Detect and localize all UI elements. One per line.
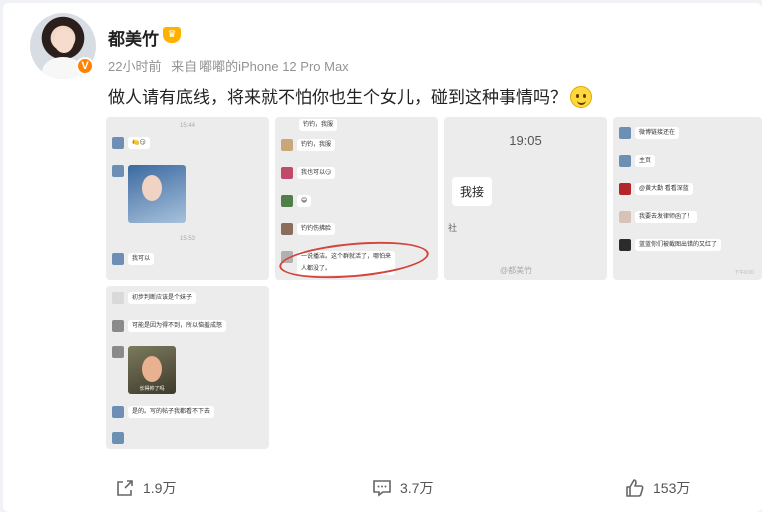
- chat-message: 钓钓，我服: [281, 139, 336, 151]
- chat-message: 蓝蓝你们被截图出错的又红了: [619, 239, 722, 251]
- post-image-4[interactable]: 微博链接还在 主页 @黄大勤 看看深蓝 我要去发律师函了！ 蓝蓝你们被截图出错的…: [613, 117, 762, 280]
- chat-avatar: [281, 195, 293, 207]
- chat-bubble: 初步判断应该是个妹子: [128, 292, 197, 304]
- chat-avatar: [112, 320, 124, 332]
- chat-bubble: 钓钓，我服: [299, 119, 338, 131]
- chat-avatar: [281, 223, 293, 235]
- post-text: 做人请有底线，将来就不怕你也生个女儿，碰到这种事情吗？: [108, 83, 592, 108]
- chat-photo: 长得帅了吗: [128, 346, 176, 394]
- chat-bubble: 是的。写的帖子我都看不下去: [128, 406, 215, 418]
- chat-message: [112, 432, 124, 444]
- chat-avatar: [619, 127, 631, 139]
- chat-avatar: [619, 183, 631, 195]
- post-actions: 1.9万 3.7万 153万: [3, 478, 762, 502]
- chat-message: 微博链接还在: [619, 127, 680, 139]
- smile-emoji-icon: [570, 86, 592, 108]
- comment-icon: [373, 480, 391, 497]
- chat-bubble: 🍋😏: [128, 137, 150, 149]
- chat-message: 可能是因为得不到，所以恼羞成怒: [112, 320, 227, 332]
- post-image-3[interactable]: 19:05 我接 社 @都美竹: [444, 117, 607, 280]
- chat-message: 😄: [281, 195, 312, 207]
- chat-avatar: [619, 239, 631, 251]
- chat-avatar: [112, 346, 124, 358]
- crown-badge-icon: ♛: [163, 27, 181, 43]
- chat-message: 初步判断应该是个妹子: [112, 292, 197, 304]
- chat-avatar: [112, 292, 124, 304]
- image-watermark: 下午6:00: [734, 270, 754, 276]
- chat-message: 🍋😏: [112, 137, 150, 149]
- chat-side-text: 社: [448, 223, 458, 233]
- share-count: 1.9万: [143, 480, 177, 496]
- chat-bubble: 我也可以😏: [297, 167, 336, 179]
- post-image-1[interactable]: 15:44 🍋😏 15:53 我可以: [106, 117, 269, 280]
- chat-avatar: [112, 165, 124, 177]
- chat-avatar: [281, 167, 293, 179]
- chat-bubble: @黄大勤 看看深蓝: [635, 183, 693, 195]
- post-image-5[interactable]: 初步判断应该是个妹子 可能是因为得不到，所以恼羞成怒 长得帅了吗 是的。写的帖子…: [106, 286, 269, 449]
- chat-bubble: 主页: [635, 155, 656, 167]
- chat-bubble: 钓钓伤拂脸: [297, 223, 336, 235]
- chat-bubble: 我接: [452, 177, 493, 206]
- chat-message: 钓钓，我服: [299, 119, 338, 131]
- share-button[interactable]: 1.9万: [115, 478, 176, 498]
- chat-bubble: 蓝蓝你们被截图出错的又红了: [635, 239, 722, 251]
- chat-bubble: 😄: [297, 195, 312, 207]
- thumbs-up-icon: [626, 479, 644, 497]
- chat-avatar: [619, 155, 631, 167]
- share-icon: [117, 480, 133, 496]
- weibo-post-card: V 都美竹 ♛ 22小时前 来自 嘟嘟的iPhone 12 Pro Max 做人请…: [3, 3, 762, 512]
- chat-bubble: 可能是因为得不到，所以恼羞成怒: [128, 320, 227, 332]
- chat-avatar: [112, 432, 124, 444]
- comment-button[interactable]: 3.7万: [372, 478, 433, 498]
- chat-bubble: 钓钓，我服: [297, 139, 336, 151]
- chat-bubble: 我可以: [128, 253, 155, 265]
- photo-caption: 长得帅了吗: [139, 386, 165, 392]
- comment-count: 3.7万: [400, 480, 434, 496]
- username[interactable]: 都美竹: [108, 25, 159, 50]
- chat-message: 是的。写的帖子我都看不下去: [112, 406, 215, 418]
- chat-avatar: [112, 406, 124, 418]
- chat-avatar: [112, 137, 124, 149]
- image-watermark: @都美竹: [500, 266, 533, 275]
- post-image-2[interactable]: 钓钓，我服 钓钓，我服 我也可以😏 😄 钓钓伤拂脸 一说播洁。这个群就活了，哪怕…: [275, 117, 438, 280]
- post-meta: 22小时前 来自 嘟嘟的iPhone 12 Pro Max: [108, 56, 355, 75]
- chat-avatar: [281, 139, 293, 151]
- like-count: 153万: [653, 480, 691, 496]
- red-circle-annotation: [277, 236, 431, 280]
- like-button[interactable]: 153万: [625, 478, 690, 498]
- post-time[interactable]: 22小时前: [108, 59, 161, 74]
- chat-message: 我也可以😏: [281, 167, 336, 179]
- chat-message: 钓钓伤拂脸: [281, 223, 336, 235]
- chat-bubble: 我要去发律师函了！: [635, 211, 698, 223]
- chat-message: 主页: [619, 155, 656, 167]
- verified-badge-icon: V: [76, 57, 94, 75]
- chat-message: [112, 165, 186, 223]
- chat-timestamp: 19:05: [509, 133, 542, 148]
- chat-photo: [128, 165, 186, 223]
- chat-timestamp: 15:53: [179, 236, 195, 242]
- chat-avatar: [112, 253, 124, 265]
- chat-bubble: 微博链接还在: [635, 127, 680, 139]
- source-prefix: 来自: [171, 59, 198, 74]
- chat-message: 长得帅了吗: [112, 346, 176, 394]
- post-text-content: 做人请有底线，将来就不怕你也生个女儿，碰到这种事情吗？: [108, 88, 567, 107]
- chat-avatar: [619, 211, 631, 223]
- post-source: 嘟嘟的iPhone 12 Pro Max: [199, 59, 349, 74]
- chat-message: @黄大勤 看看深蓝: [619, 183, 693, 195]
- chat-message: 我可以: [112, 253, 155, 265]
- chat-message: 我要去发律师函了！: [619, 211, 698, 223]
- chat-timestamp: 15:44: [179, 123, 195, 129]
